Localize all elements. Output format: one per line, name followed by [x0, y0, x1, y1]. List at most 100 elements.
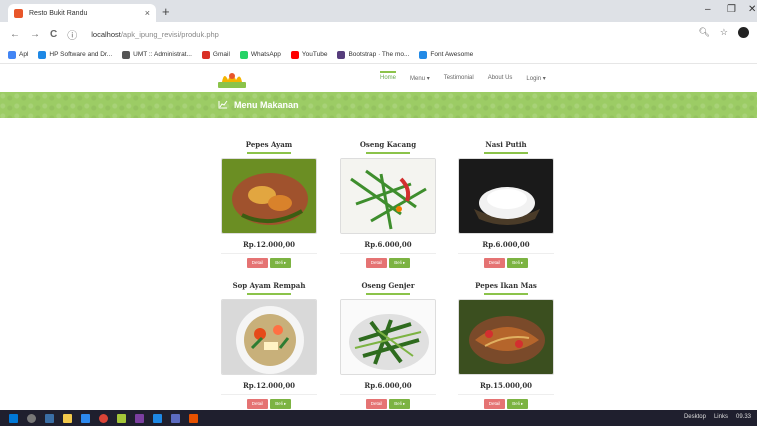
product-name: Pepes Ayam	[245, 140, 293, 149]
app-icon[interactable]	[135, 413, 144, 423]
windows-start-icon[interactable]	[9, 413, 18, 423]
product-price: Rp.6.000,00	[364, 381, 412, 390]
product-image[interactable]	[221, 158, 317, 234]
app-icon[interactable]	[189, 413, 198, 423]
tab-title: Resto Bukit Randu	[29, 9, 88, 17]
links-label[interactable]: Links	[714, 414, 728, 420]
reload-button[interactable]: C	[50, 29, 57, 40]
desktop-label[interactable]: Desktop	[684, 414, 706, 420]
address-bar-row: ← → C ⓘ localhost/apk_ipung_revisi/produ…	[0, 22, 757, 46]
product-name: Sop Ayam Rempah	[232, 281, 306, 290]
detail-button[interactable]: Detail	[365, 399, 388, 409]
menu-item[interactable]: Menu ▾	[410, 75, 430, 82]
store-icon[interactable]	[81, 413, 90, 423]
bookmark-item[interactable]: YouTube	[290, 50, 328, 59]
url-path: /apk_ipung_revisi/produk.php	[120, 29, 219, 39]
maximize-button[interactable]: ❐	[727, 4, 736, 15]
product-image[interactable]	[458, 158, 554, 234]
menu-item[interactable]: About Us	[488, 75, 513, 82]
title-underline	[247, 152, 291, 154]
forward-button[interactable]: →	[30, 29, 40, 40]
product-image[interactable]	[221, 299, 317, 375]
clock[interactable]: 09.33	[736, 414, 751, 420]
tab-close-icon[interactable]: ×	[145, 8, 150, 18]
bookmark-icon	[201, 50, 210, 59]
menu-item[interactable]: Home	[380, 71, 397, 82]
product-price: Rp.12.000,00	[242, 381, 296, 390]
detail-button[interactable]: Detail	[246, 399, 269, 409]
bookmark-icon	[122, 50, 131, 59]
bookmark-item[interactable]: Font Awesome	[419, 50, 474, 59]
beli-button[interactable]: Beli ▸	[507, 258, 529, 268]
new-tab-button[interactable]: +	[162, 4, 170, 19]
detail-button[interactable]: Detail	[483, 399, 506, 409]
app-icon[interactable]	[117, 413, 126, 423]
title-underline	[484, 152, 528, 154]
bookmark-icon	[8, 50, 16, 59]
bookmarks-bar: Apl HP Software and Dr... UMT :: Administr…	[0, 46, 757, 64]
minimize-button[interactable]: –	[705, 4, 711, 15]
bookmark-item[interactable]: Apl	[8, 50, 29, 59]
bookmark-label: YouTube	[301, 51, 328, 58]
bookmark-label: Bootstrap · The mo...	[348, 51, 410, 58]
search-icon[interactable]: 🔍︎	[698, 27, 709, 38]
bookmark-label: WhatsApp	[250, 51, 281, 58]
task-view-icon[interactable]	[45, 413, 54, 423]
browser-tab[interactable]: Resto Bukit Randu ×	[8, 4, 156, 22]
url-host: localhost	[91, 29, 121, 39]
search-taskbar-icon[interactable]	[27, 413, 36, 423]
windows-taskbar: Desktop Links 09.33	[0, 410, 757, 426]
divider	[458, 253, 554, 254]
bookmark-item[interactable]: Bootstrap · The mo...	[337, 50, 410, 59]
bookmark-item[interactable]: UMT :: Administrat...	[122, 50, 192, 59]
bookmark-icon	[419, 50, 428, 59]
file-explorer-icon[interactable]	[63, 413, 72, 423]
app-icon[interactable]	[171, 413, 180, 423]
site-favicon-icon	[14, 8, 23, 18]
beli-button[interactable]: Beli ▸	[389, 258, 411, 268]
beli-button[interactable]: Beli ▸	[270, 399, 292, 409]
detail-button[interactable]: Detail	[246, 258, 269, 268]
product-card: Nasi Putih Rp.6.000,00 Detail Beli ▸	[456, 140, 556, 268]
product-card: Oseng Genjer Rp.6.000,00 Detail Beli ▸	[338, 281, 438, 409]
bookmark-icon	[38, 50, 47, 59]
product-name: Nasi Putih	[485, 140, 527, 149]
bookmark-label: Apl	[19, 51, 29, 58]
title-underline	[366, 152, 410, 154]
product-image[interactable]	[458, 299, 554, 375]
menu-item[interactable]: Login ▾	[526, 75, 545, 82]
profile-avatar-icon[interactable]	[738, 27, 749, 38]
bookmark-item[interactable]: HP Software and Dr...	[38, 50, 112, 59]
chart-line-icon	[218, 100, 228, 111]
product-image[interactable]	[340, 158, 436, 234]
detail-button[interactable]: Detail	[483, 258, 506, 268]
bookmark-label: Font Awesome	[430, 51, 474, 58]
bookmark-icon	[337, 50, 346, 59]
detail-button[interactable]: Detail	[365, 258, 388, 268]
beli-button[interactable]: Beli ▸	[507, 399, 529, 409]
beli-button[interactable]: Beli ▸	[270, 258, 292, 268]
beli-button[interactable]: Beli ▸	[389, 399, 411, 409]
bookmark-star-icon[interactable]: ☆	[720, 27, 728, 38]
product-name: Oseng Kacang	[359, 140, 417, 149]
menu-item[interactable]: Testimonial	[444, 75, 474, 82]
banner-title: Menu Makanan	[234, 100, 299, 110]
bookmark-item[interactable]: WhatsApp	[239, 50, 281, 59]
product-name: Oseng Genjer	[361, 281, 415, 290]
bookmark-item[interactable]: Gmail	[201, 50, 230, 59]
product-name: Pepes Ikan Mas	[475, 281, 537, 290]
site-info-icon[interactable]: ⓘ	[67, 27, 77, 42]
browser-tab-bar: Resto Bukit Randu × + – ❐ ✕	[0, 0, 757, 22]
resto-logo-icon[interactable]	[214, 68, 250, 90]
title-underline	[366, 293, 410, 295]
app-icon[interactable]	[153, 413, 162, 423]
url-field[interactable]: localhost/apk_ipung_revisi/produk.php	[91, 30, 219, 39]
back-button[interactable]: ←	[10, 29, 20, 40]
divider	[340, 394, 436, 395]
product-price: Rp.12.000,00	[242, 240, 296, 249]
divider	[458, 394, 554, 395]
product-image[interactable]	[340, 299, 436, 375]
close-window-button[interactable]: ✕	[748, 4, 756, 15]
product-price: Rp.6.000,00	[482, 240, 530, 249]
chrome-icon[interactable]	[99, 413, 108, 423]
